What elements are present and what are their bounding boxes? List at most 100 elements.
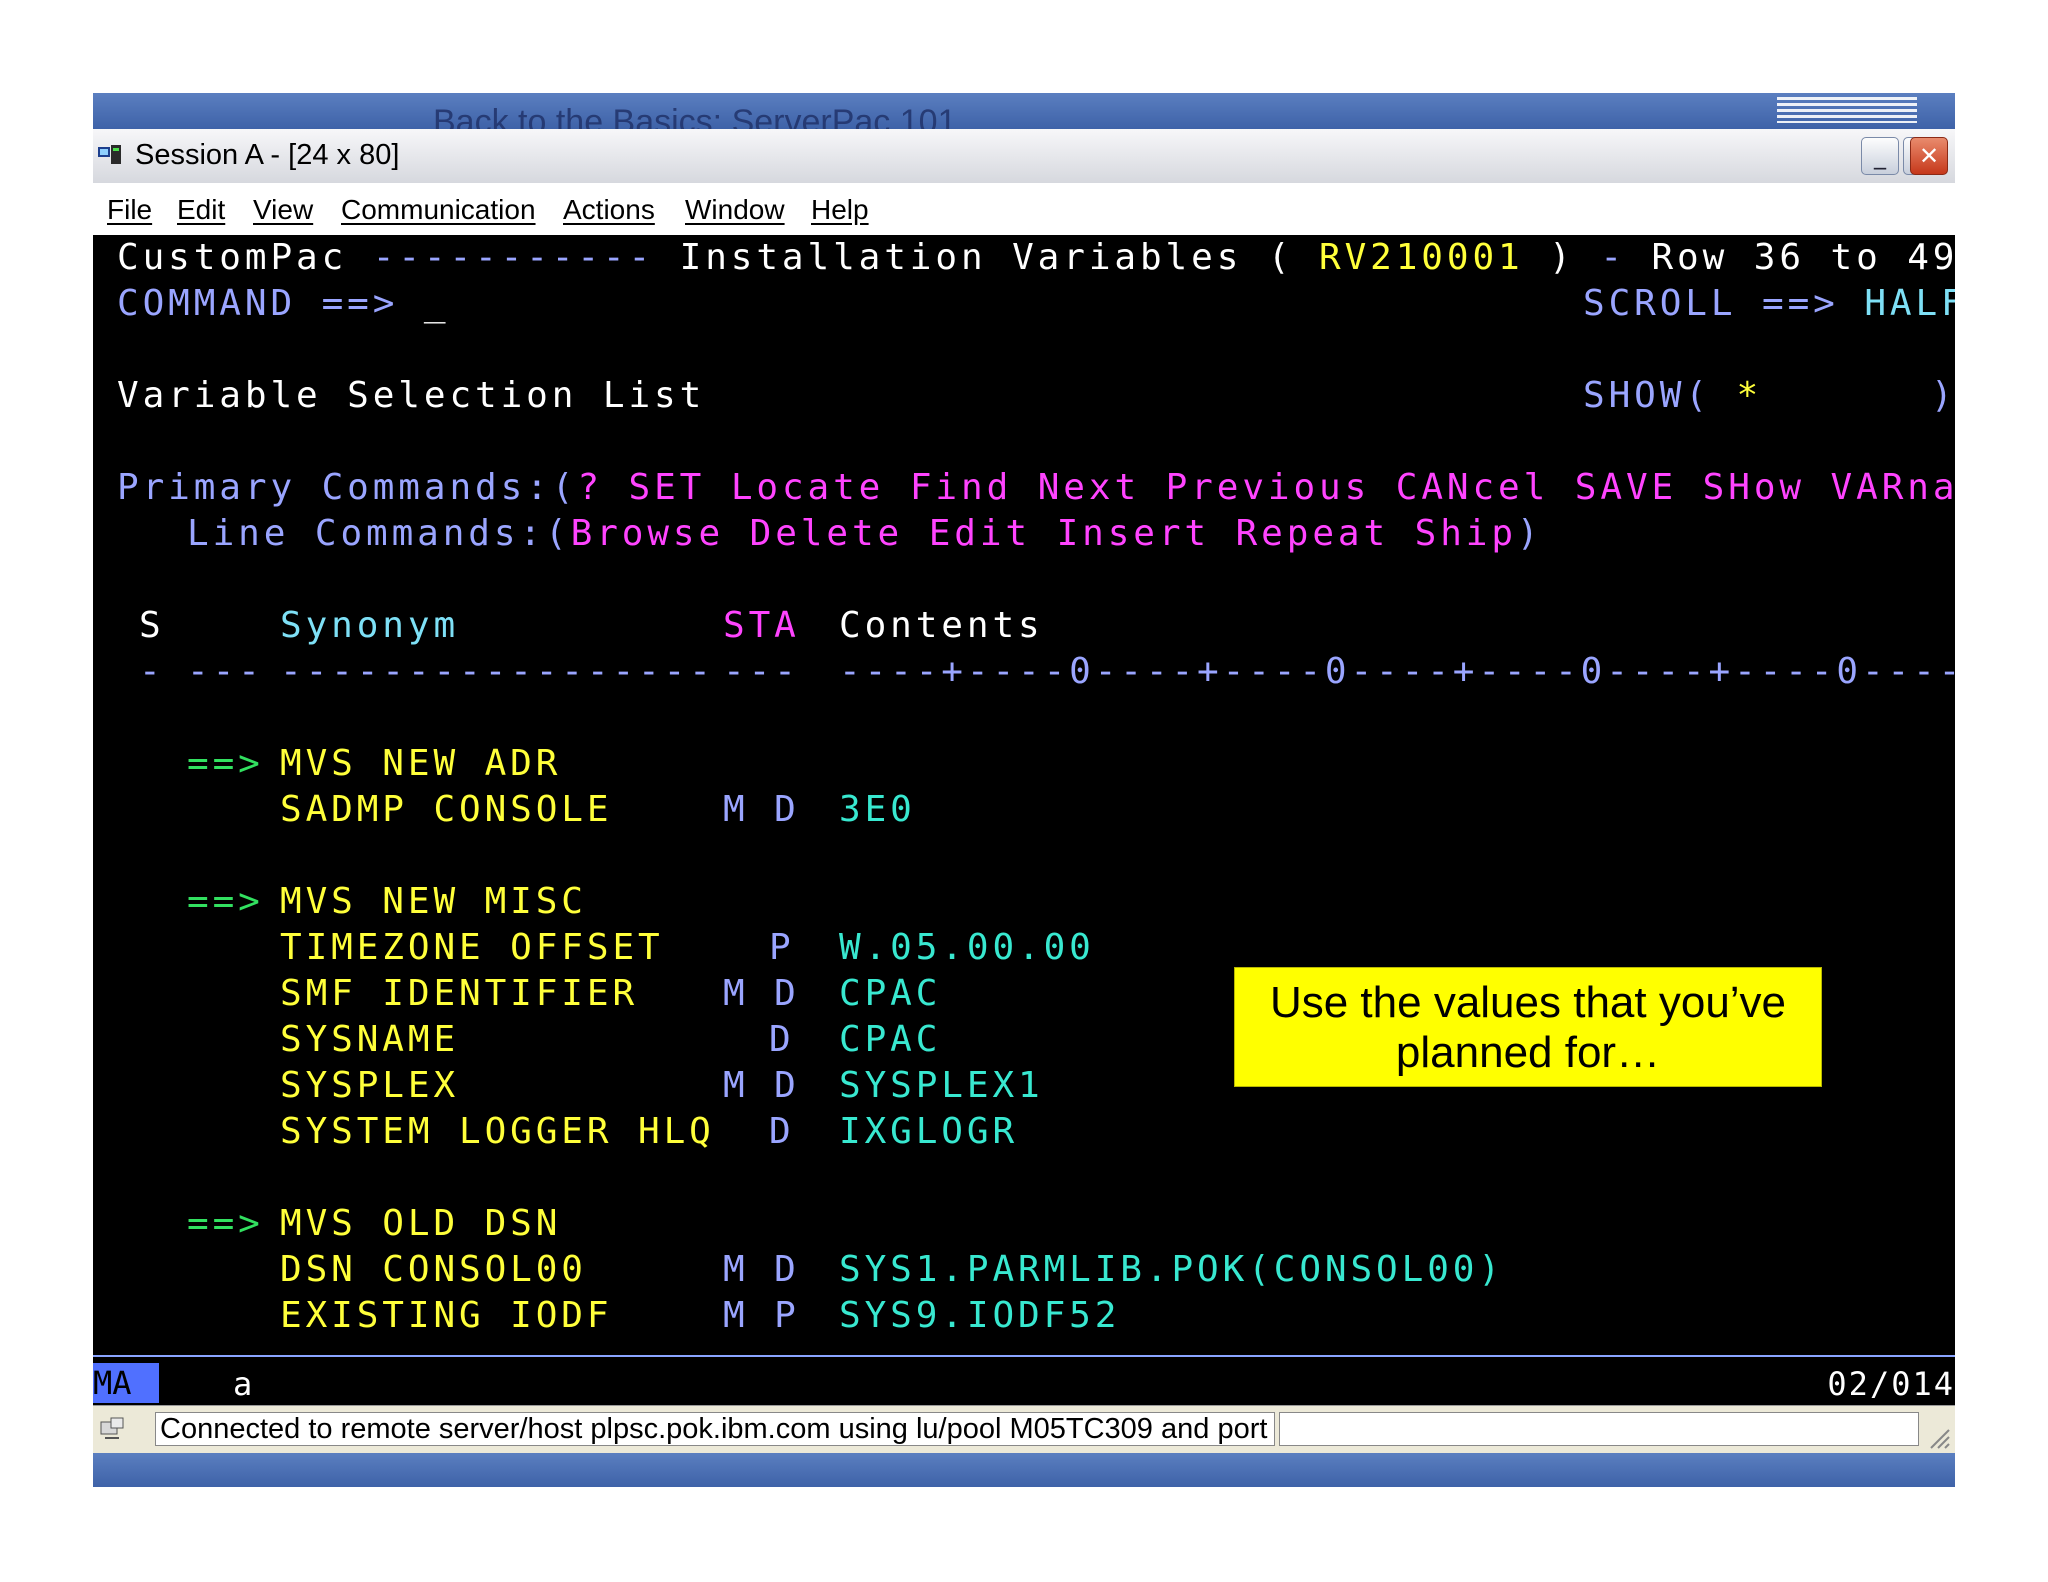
linecmd-edit[interactable]: Edit [929, 513, 1031, 554]
row-synonym: SYSTEM LOGGER HLQ [280, 1111, 715, 1152]
linecmd-delete[interactable]: Delete [750, 513, 903, 554]
ruler-contents: ----+----0----+----0----+----0----+----0… [839, 651, 1955, 692]
cmd-previous[interactable]: Previous [1166, 467, 1371, 508]
cmd-next[interactable]: Next [1038, 467, 1140, 508]
row-contents[interactable]: IXGLOGR [839, 1109, 1018, 1155]
show-close: ) [1931, 375, 1955, 416]
primary-commands: Primary Commands:(? SET Locate Find Next… [117, 465, 1955, 511]
cmd-find[interactable]: Find [910, 467, 1012, 508]
show-label: SHOW( [1583, 375, 1711, 416]
menu-file[interactable]: File [107, 194, 152, 226]
panel-id: RV210001 [1319, 237, 1524, 278]
ibm-logo-icon [1777, 97, 1917, 123]
group-name: MVS NEW MISC [280, 881, 587, 922]
list-subtitle: Variable Selection List [117, 375, 706, 416]
line-commands-open: ( [545, 513, 571, 554]
menu-window[interactable]: Window [685, 194, 785, 226]
show-input[interactable]: * [1736, 375, 1762, 416]
line-commands-close: ) [1516, 513, 1543, 554]
scroll-label: SCROLL ==> [1583, 283, 1839, 324]
row-synonym: SADMP CONSOLE [280, 789, 613, 830]
row-synonym: DSN CONSOL00 [280, 1249, 587, 1290]
cmd-save[interactable]: SAVE [1575, 467, 1677, 508]
linecmd-browse[interactable]: Browse [571, 513, 724, 554]
terminal-screen[interactable]: CustomPac ----------- Installation Varia… [93, 235, 1955, 1355]
row-info: Row 36 to 49 of 97 [1651, 237, 1955, 278]
status-panel [1279, 1412, 1919, 1446]
row-sta: D [769, 1111, 795, 1152]
linecmd-insert[interactable]: Insert [1057, 513, 1210, 554]
close-button[interactable]: ✕ [1910, 137, 1948, 175]
row-contents[interactable]: SYS9.IODF52 [839, 1293, 1120, 1339]
cmd-locate[interactable]: Locate [731, 467, 884, 508]
cmd-set[interactable]: SET [629, 467, 706, 508]
linecmd-ship[interactable]: Ship [1415, 513, 1517, 554]
group-marker: ==> [187, 743, 264, 784]
primary-commands-open: ( [551, 467, 578, 508]
col-header-s: S [139, 605, 165, 646]
row-sta: D [769, 1019, 795, 1060]
row-synonym: SYSNAME [280, 1019, 460, 1060]
scroll-input[interactable]: HALF [1864, 283, 1955, 324]
cmd-show[interactable]: SHow [1703, 467, 1805, 508]
oia-session: a [233, 1365, 253, 1403]
connection-icon [100, 1417, 124, 1439]
row-sta: M D [723, 1065, 800, 1106]
row-contents[interactable]: W.05.00.00 [839, 925, 1095, 971]
ruler-sta: --- [723, 651, 800, 692]
menu-actions[interactable]: Actions [563, 194, 655, 226]
status-bar: Connected to remote server/host plpsc.po… [93, 1405, 1955, 1454]
row-contents[interactable]: SYS1.PARMLIB.POK(CONSOL00) [839, 1247, 1504, 1293]
line-commands-label: Line Commands: [187, 513, 546, 554]
menu-communication[interactable]: Communication [341, 194, 536, 226]
show-filter: SHOW( * [1583, 373, 1762, 419]
row-synonym: SYSPLEX [280, 1065, 460, 1106]
row-contents[interactable]: CPAC [839, 1017, 941, 1063]
ruler-sel: --- [187, 651, 264, 692]
menu-help[interactable]: Help [811, 194, 869, 226]
row-synonym: TIMEZONE OFFSET [280, 927, 664, 968]
cmd-help[interactable]: ? [577, 467, 603, 508]
row-synonym: SMF IDENTIFIER [280, 973, 639, 1014]
cmd-varname[interactable]: VARname [1831, 467, 1955, 508]
app-name: CustomPac [117, 237, 348, 278]
panel-title: Installation Variables ( [679, 237, 1294, 278]
ruler-synonym: ----------------- [280, 651, 715, 692]
group-name: MVS NEW ADR [280, 743, 562, 784]
header-separator: - [1600, 237, 1626, 278]
callout-line-2: planned for… [1395, 1028, 1661, 1077]
cmd-cancel[interactable]: CANcel [1396, 467, 1549, 508]
col-header-sta: STA [723, 605, 800, 646]
col-header-contents: Contents [839, 605, 1044, 646]
group-marker: ==> [187, 1203, 264, 1244]
resize-grip-icon[interactable] [1925, 1424, 1951, 1450]
command-input[interactable]: _ [424, 283, 450, 324]
scroll-field: SCROLL ==> HALF [1583, 281, 1955, 327]
window-titlebar[interactable]: Session A - [24 x 80] _ □ ✕ [93, 129, 1955, 184]
ruler-s: - [139, 651, 165, 692]
row-sta: M D [723, 789, 800, 830]
row-contents[interactable]: SYSPLEX1 [839, 1063, 1044, 1109]
callout-line-1: Use the values that you’ve [1269, 978, 1787, 1027]
row-contents[interactable]: 3E0 [839, 787, 916, 833]
row-sta: M D [723, 973, 800, 1014]
annotation-callout: Use the values that you’ve planned for… [1234, 967, 1822, 1087]
linecmd-repeat[interactable]: Repeat [1236, 513, 1389, 554]
panel-header: CustomPac ----------- Installation Varia… [117, 235, 1955, 281]
menu-edit[interactable]: Edit [177, 194, 225, 226]
row-sta: P [769, 927, 795, 968]
menu-view[interactable]: View [253, 194, 313, 226]
row-contents[interactable]: CPAC [839, 971, 941, 1017]
group-name: MVS OLD DSN [280, 1203, 562, 1244]
panel-title-close: ) [1549, 237, 1575, 278]
command-line: COMMAND ==> _ [117, 281, 449, 327]
slide-footer-bar [93, 1453, 1955, 1487]
session-app-icon [98, 145, 121, 164]
header-dashes: ----------- [372, 237, 655, 278]
window-title: Session A - [24 x 80] [135, 139, 400, 171]
oia-cursor-position: 02/014 [1827, 1365, 1955, 1403]
operator-info-area: MA a 02/014 [93, 1355, 1955, 1407]
minimize-button[interactable]: _ [1861, 137, 1899, 175]
primary-commands-label: Primary Commands: [117, 467, 552, 508]
command-label: COMMAND ==> [117, 283, 399, 324]
